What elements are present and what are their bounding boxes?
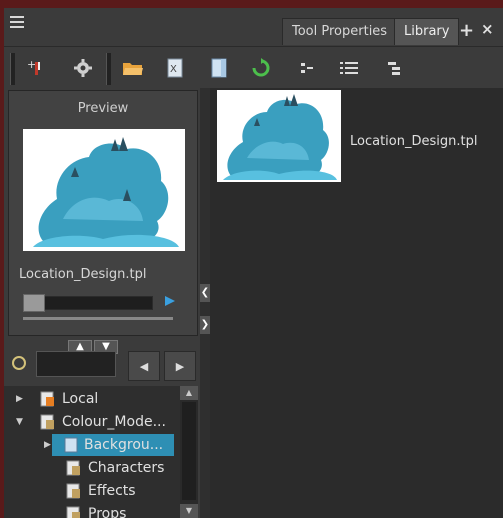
template-thumbnail[interactable] <box>217 90 341 182</box>
page-icon[interactable] <box>206 55 232 81</box>
scroll-thumb[interactable] <box>182 402 196 500</box>
tab-library[interactable]: Library <box>394 18 460 45</box>
collapse-icon[interactable] <box>294 55 320 81</box>
library-folder-icon <box>40 391 54 407</box>
expand-arrow-icon[interactable]: ▶ <box>44 434 51 456</box>
expand-arrow-icon[interactable]: ▶ <box>16 388 23 410</box>
panel-menu-icon[interactable] <box>10 16 26 32</box>
collapse-arrow-icon[interactable]: ▼ <box>16 411 23 433</box>
tree-item-props[interactable]: Props <box>4 503 180 518</box>
svg-text:+: + <box>27 58 36 71</box>
preview-panel: Preview Location_Design.tpl <box>8 90 198 336</box>
template-folder-icon <box>40 414 54 430</box>
collapse-left-icon[interactable]: ❮ <box>200 284 210 302</box>
open-folder-icon[interactable] <box>120 55 146 81</box>
search-row: ◀ ▶ <box>4 348 200 382</box>
library-window: Tool Properties Library + × + X Preview … <box>4 8 503 518</box>
svg-text:X: X <box>170 64 177 75</box>
toolbar-separator <box>10 53 15 85</box>
expand-right-icon[interactable]: ❯ <box>200 316 210 334</box>
preview-divider <box>23 317 173 320</box>
search-icon <box>12 356 26 370</box>
next-button[interactable]: ▶ <box>164 351 196 381</box>
tree-scrollbar[interactable]: ▲ ▼ <box>180 386 198 518</box>
tree-item-label: Colour_Mode... <box>62 414 166 430</box>
preview-title: Preview <box>77 101 129 116</box>
tree-item-label: Local <box>62 391 99 407</box>
tree-item-label: Backgrou... <box>84 437 164 453</box>
tab-tool-properties[interactable]: Tool Properties <box>282 18 398 45</box>
preview-file-name: Location_Design.tpl <box>19 267 147 282</box>
tree-item-label: Props <box>88 506 127 518</box>
gear-icon[interactable] <box>70 55 96 81</box>
tree-item-characters[interactable]: Characters <box>4 457 180 479</box>
tree-item-background[interactable]: ▶ Backgrou... <box>44 434 174 456</box>
tree-item-effects[interactable]: Effects <box>4 480 180 502</box>
list-view-icon[interactable] <box>336 55 362 81</box>
play-icon[interactable] <box>165 296 175 306</box>
search-input[interactable] <box>36 351 116 377</box>
tree-item-local[interactable]: ▶ Local <box>4 388 180 410</box>
template-folder-icon <box>66 460 80 476</box>
tab-bar: Tool Properties Library + × <box>4 8 503 46</box>
template-folder-icon <box>66 506 80 518</box>
tree-item-colour-model[interactable]: ▼ Colour_Mode... <box>4 411 180 433</box>
panel-splitter[interactable]: ❮ ❯ <box>200 88 210 518</box>
playback-slider-handle[interactable] <box>23 294 45 312</box>
toolbar-separator <box>106 53 111 85</box>
scroll-up-icon[interactable]: ▲ <box>180 386 198 400</box>
scroll-down-icon[interactable]: ▼ <box>180 504 198 518</box>
template-icon[interactable]: X <box>162 55 188 81</box>
details-view-icon[interactable] <box>382 55 408 81</box>
template-name[interactable]: Location_Design.tpl <box>350 134 477 149</box>
toolbar: + X <box>4 46 503 89</box>
left-panel: Preview Location_Design.tpl ▲ ▼ ◀ ▶ ▶ Lo… <box>4 88 200 518</box>
new-library-icon[interactable]: + <box>24 55 50 81</box>
tree-item-label: Effects <box>88 483 136 499</box>
refresh-icon[interactable] <box>248 55 274 81</box>
template-folder-icon <box>66 483 80 499</box>
preview-image <box>23 129 185 251</box>
add-tab-icon[interactable]: + <box>459 20 474 41</box>
library-content: Location_Design.tpl <box>210 88 503 518</box>
tree-item-label: Characters <box>88 460 165 476</box>
folder-icon <box>64 437 78 453</box>
library-tree: ▶ Local ▼ Colour_Mode... ▶ Backgrou... C… <box>4 386 180 518</box>
close-tab-icon[interactable]: × <box>481 20 494 38</box>
previous-button[interactable]: ◀ <box>128 351 160 381</box>
